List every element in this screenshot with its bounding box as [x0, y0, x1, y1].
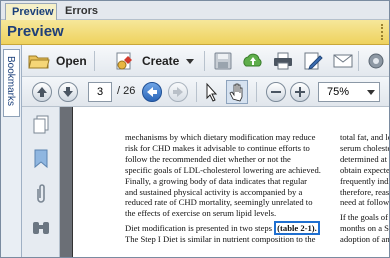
gear-icon[interactable]	[365, 51, 387, 71]
attachment-icon[interactable]	[34, 183, 48, 205]
navigation-toolbar: 3 / 26 75%	[22, 77, 389, 107]
zoom-out-icon	[271, 91, 281, 93]
zoom-out-button[interactable]	[266, 82, 286, 102]
toolbar-divider	[94, 51, 95, 71]
next-page-button[interactable]	[58, 82, 78, 102]
zoom-select[interactable]: 75%	[318, 82, 380, 102]
forward-button[interactable]	[168, 82, 188, 102]
navigation-panel	[22, 107, 60, 257]
zoom-in-button[interactable]	[290, 82, 310, 102]
page-number-input[interactable]: 3	[88, 82, 112, 102]
back-button[interactable]	[142, 82, 162, 102]
save-icon[interactable]	[212, 51, 234, 71]
app-window: Preview Errors Preview Bookmarks Open Cr…	[0, 0, 390, 258]
text-line: adoption of and ad	[340, 234, 390, 245]
hand-icon	[229, 83, 243, 102]
page-total: / 26	[117, 85, 136, 97]
text-line: total fat, and less t	[340, 132, 389, 142]
text-line: determined at 4-6	[340, 153, 389, 164]
binoculars-icon[interactable]	[31, 219, 51, 237]
folder-icon	[28, 55, 50, 69]
bookmarks-tab[interactable]: Bookmarks	[3, 49, 20, 117]
upload-icon[interactable]	[242, 51, 264, 71]
print-icon[interactable]	[272, 51, 294, 71]
arrow-up-icon	[37, 87, 47, 97]
previous-page-button[interactable]	[32, 82, 52, 102]
left-text-column: mechanisms by which dietary modification…	[125, 132, 333, 245]
bookmark-icon[interactable]	[33, 149, 49, 169]
right-text-column: total fat, and less t serum cholesterol …	[340, 132, 390, 245]
pdf-page: mechanisms by which dietary modification…	[72, 107, 390, 257]
pane-header: Preview	[1, 20, 389, 45]
text-fragment: Diet modification is presented in two st…	[125, 223, 275, 234]
text-line: Diet modification is presented in two st…	[125, 221, 333, 236]
forward-icon	[173, 87, 183, 97]
email-icon[interactable]	[332, 51, 354, 71]
grip-handle[interactable]	[381, 24, 387, 40]
text-line: follow the recommended diet whether or n…	[125, 153, 291, 164]
bookmarks-label: Bookmarks	[5, 56, 16, 107]
text-line: mechanisms by which dietary modification…	[125, 132, 316, 142]
toolbar-divider	[204, 51, 205, 71]
text-line: need at followup	[340, 197, 390, 208]
zoom-value: 75%	[327, 86, 350, 98]
table-link[interactable]: (table 2-1).	[274, 221, 320, 236]
pane-title: Preview	[7, 23, 64, 40]
pages-icon[interactable]	[32, 115, 50, 135]
back-icon	[147, 87, 157, 97]
text-line: The Step I Diet is similar in nutrient c…	[125, 234, 316, 245]
arrow-down-icon	[63, 87, 73, 97]
toolbar-divider	[256, 82, 257, 102]
document-viewport[interactable]: mechanisms by which dietary modification…	[60, 107, 390, 257]
text-line: specific goals of LDL-cholesterol loweri…	[125, 164, 321, 175]
text-line: the effects of exercise on serum lipid l…	[125, 208, 277, 219]
toolbar-divider	[196, 82, 197, 102]
zoom-in-icon	[295, 87, 305, 97]
bookmarks-strip: Bookmarks	[1, 45, 22, 257]
select-cursor-icon[interactable]	[204, 82, 220, 102]
text-line: therefore, reassess	[340, 186, 390, 197]
tab-strip: Preview Errors	[1, 1, 389, 20]
hand-tool-button[interactable]	[226, 80, 248, 104]
main-toolbar: Open Create	[22, 45, 389, 77]
create-label: Create	[142, 54, 180, 68]
text-line: serum cholesterol	[340, 142, 389, 153]
open-button[interactable]: Open	[28, 51, 87, 71]
tab-preview[interactable]: Preview	[5, 3, 57, 20]
text-line: and sustained physical activity is accom…	[125, 186, 303, 197]
text-line: Finally, a growing body of data indicate…	[125, 175, 308, 186]
tab-errors[interactable]: Errors	[59, 3, 105, 20]
open-label: Open	[56, 54, 87, 68]
text-line: obtain expected se	[340, 164, 390, 175]
create-icon	[116, 52, 132, 70]
chevron-down-icon	[367, 90, 375, 95]
toolbar-divider	[358, 51, 359, 71]
chevron-down-icon	[186, 58, 195, 64]
create-button[interactable]: Create	[114, 51, 195, 71]
text-line: If the goals of ther	[340, 212, 389, 223]
text-line: risk for CHD makes it advisable to conti…	[125, 142, 310, 153]
text-line: reduced rate of CHD mortality, seemingly…	[125, 197, 313, 208]
text-line: frequently indicate	[340, 175, 390, 186]
edit-icon[interactable]	[302, 51, 324, 71]
text-line: months on a Step	[340, 223, 389, 234]
